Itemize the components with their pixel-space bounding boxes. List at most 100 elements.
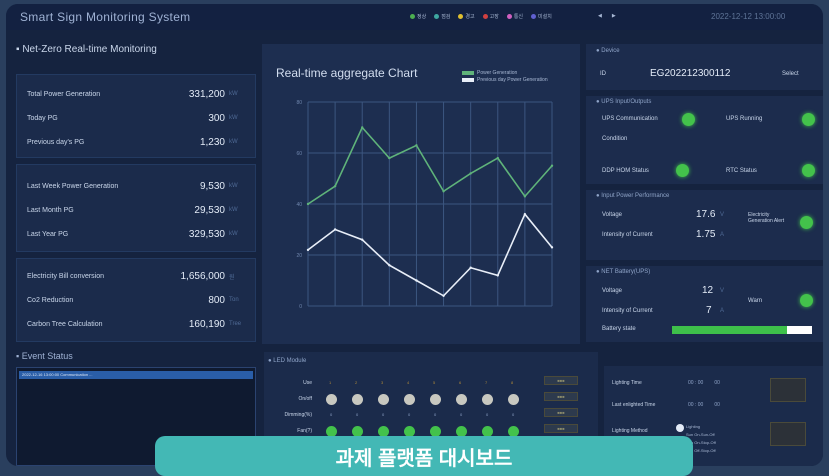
metric-row: Electricity Bill conversion 1,656,000 원 xyxy=(27,270,235,282)
led-dimming-value: 0 xyxy=(408,412,411,417)
led-onoff-indicator xyxy=(430,394,441,405)
ups-item: UPS Communication xyxy=(602,116,658,122)
data-point xyxy=(469,172,472,175)
led-action-button[interactable]: ■■■ xyxy=(544,376,578,385)
battery-status: Warn xyxy=(748,298,763,304)
battery-voltage-label: Voltage xyxy=(602,288,623,294)
ups-item: DDP HOM Status xyxy=(602,168,649,174)
lighting-apply-button[interactable] xyxy=(770,378,806,402)
last-lighting-value[interactable]: 00 : 00 00 xyxy=(688,402,720,408)
current-label: Intensity of Current xyxy=(602,232,653,238)
metric-row: Previous day's PG 1,230 kW xyxy=(27,136,238,148)
dashboard-frame: Smart Sign Monitoring System 정상 점검 경고 고장… xyxy=(6,4,823,466)
current-unit: A xyxy=(720,232,725,238)
device-title: ● Device xyxy=(596,48,620,54)
event-item[interactable]: 2022-12-16 13:00:00 Communication ... xyxy=(19,371,253,379)
event-status-title: ▪ Event Status xyxy=(16,351,73,361)
voltage-label: Voltage xyxy=(602,212,623,218)
battery-bar xyxy=(672,326,812,334)
led-onoff-indicator xyxy=(404,394,415,405)
led-onoff-indicator xyxy=(456,394,467,405)
led-column-id: 4 xyxy=(407,380,410,385)
y-tick-label: 20 xyxy=(296,253,302,259)
data-point xyxy=(523,213,527,216)
ups-item: RTC Status xyxy=(726,168,757,174)
next-button[interactable]: ▶ xyxy=(612,13,616,19)
led-column-id: 8 xyxy=(511,380,514,385)
led-column-id: 2 xyxy=(355,380,358,385)
led-action-button[interactable]: ■■■ xyxy=(544,392,578,401)
netzero-title: ▪ Net-Zero Real-time Monitoring xyxy=(16,44,157,55)
led-onoff-indicator xyxy=(352,394,363,405)
legend-warning: 경고 xyxy=(458,13,475,20)
prev-button[interactable]: ◀ xyxy=(598,13,602,19)
led-title: ● LED Module xyxy=(268,358,307,364)
led-column-id: 1 xyxy=(329,380,332,385)
data-point xyxy=(415,144,418,147)
led-dimming-value: 0 xyxy=(356,412,359,417)
led-dimming-value: 0 xyxy=(512,412,515,417)
led-dimming-value: 0 xyxy=(330,412,333,417)
data-point xyxy=(496,274,499,277)
data-point xyxy=(415,279,418,282)
metric-row: Last Year PG 329,530 kW xyxy=(27,228,238,240)
data-point xyxy=(388,264,391,267)
led-column-id: 3 xyxy=(381,380,384,385)
status-lamp xyxy=(676,164,689,177)
chart-panel: Real-time aggregate Chart Power Generati… xyxy=(262,44,580,344)
ups-item: UPS Running xyxy=(726,116,763,122)
led-dimming-value: 0 xyxy=(460,412,463,417)
method-apply-button[interactable] xyxy=(770,422,806,446)
battery-state-label: Battery state xyxy=(602,326,636,332)
y-tick-label: 80 xyxy=(296,100,302,106)
header-controls: ◀ ▶ xyxy=(598,13,616,19)
ups-block: ● UPS Input/Outputs UPS Communication UP… xyxy=(586,96,823,184)
lighting-time-value[interactable]: 00 : 00 00 xyxy=(688,380,720,386)
metric-row: Today PG 300 kW xyxy=(27,112,238,124)
y-tick-label: 60 xyxy=(296,151,302,157)
current-value: 1.75 xyxy=(696,229,716,240)
metric-row: Carbon Tree Calculation 160,190 Tree xyxy=(27,318,242,330)
data-point xyxy=(361,238,364,241)
data-point xyxy=(496,156,499,160)
y-tick-label: 40 xyxy=(296,202,302,208)
ups-item: Condition xyxy=(602,136,628,142)
platform-banner: 과제 플랫폼 대시보드 xyxy=(155,436,693,476)
input-power-title: ● Input Power Performance xyxy=(596,193,670,199)
battery-bar-fill xyxy=(672,326,787,334)
battery-current-unit: A xyxy=(720,308,725,314)
netzero-group-2: Last Week Power Generation 9,530 kW Last M… xyxy=(16,164,256,252)
led-action-button[interactable]: ■■■ xyxy=(544,424,578,433)
legend-normal: 정상 xyxy=(410,13,426,20)
status-lamp xyxy=(800,294,813,307)
battery-voltage-value: 12 xyxy=(702,285,714,296)
header-datetime: 2022-12-12 13:00:00 xyxy=(711,12,786,21)
method-radio[interactable] xyxy=(676,424,684,432)
method-option[interactable]: Sun On-Sun-Off xyxy=(686,432,715,437)
data-point xyxy=(523,195,527,198)
lighting-time-label: Lighting Time xyxy=(612,380,642,386)
y-tick-label: 0 xyxy=(299,304,302,310)
led-row-label: Dimming(%) xyxy=(284,412,313,418)
device-select[interactable]: Select xyxy=(782,71,799,77)
alert-label: Electricity Generation Alert xyxy=(748,212,785,224)
status-legend: 정상 점검 경고 고장 통신 미설치 xyxy=(410,13,552,20)
legend-none: 미설치 xyxy=(531,13,552,20)
data-point xyxy=(306,248,310,252)
lighting-method-label: Lighting Method xyxy=(612,428,648,434)
method-option[interactable]: Lighting xyxy=(686,424,700,429)
led-column-id: 5 xyxy=(433,380,436,385)
data-point xyxy=(550,164,554,167)
status-lamp xyxy=(682,113,695,126)
led-action-button[interactable]: ■■■ xyxy=(544,408,578,417)
top-bar: Smart Sign Monitoring System 정상 점검 경고 고장… xyxy=(6,4,823,30)
data-point xyxy=(442,294,445,297)
led-dimming-value: 0 xyxy=(434,412,437,417)
device-block: ● Device ID EG202212300112 Select xyxy=(586,44,823,90)
battery-block: ● NET Battery(UPS) Voltage 12 V Intensit… xyxy=(586,266,823,342)
line-chart: 80 60 40 20 0 xyxy=(296,100,554,310)
data-point xyxy=(388,156,391,160)
metric-row: Last Month PG 29,530 kW xyxy=(27,204,238,216)
led-onoff-indicator xyxy=(326,394,337,405)
led-dimming-value: 0 xyxy=(382,412,385,417)
